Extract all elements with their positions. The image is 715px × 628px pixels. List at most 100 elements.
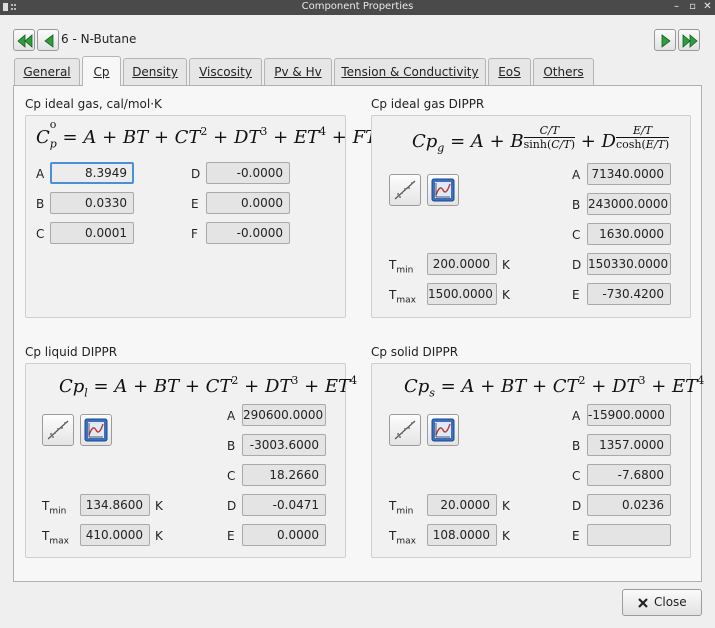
liquid-tmin-unit: K [155, 499, 163, 513]
liquid-b-label: B [227, 439, 236, 453]
tab-tension-conductivity[interactable]: Tension & Conductivity [334, 58, 486, 85]
liquid-dippr-tmax-field[interactable]: 410.0000 [80, 524, 150, 546]
solid-dippr-d-field[interactable]: 0.0236 [587, 494, 671, 516]
liquid-tmin-label: Tmin [42, 499, 67, 517]
ideal-gas-dippr-tmin-field[interactable]: 200.0000 [427, 253, 497, 275]
close-button-label: Close [654, 595, 687, 609]
dippr-a-label: A [572, 168, 581, 182]
tab-pv-hv[interactable]: Pv & Hv [264, 58, 332, 85]
ideal-gas-dippr-e-field[interactable]: -730.4200 [587, 283, 671, 305]
solid-tmin-unit: K [502, 499, 510, 513]
solid-dippr-e-field[interactable] [587, 524, 671, 546]
ideal-gas-dippr-equation: Cpg = A + B C/T sinh(C/T) + D E/T cosh(E/T) [412, 124, 670, 155]
last-component-button[interactable] [678, 29, 700, 51]
liquid-dippr-fit-button[interactable] [42, 414, 74, 446]
coeff-e-label: E [191, 197, 199, 211]
regression-line-icon [394, 420, 416, 440]
tmax-label: Tmax [389, 288, 416, 306]
solid-d-label: D [572, 499, 582, 513]
ideal-gas-dippr-plot-button[interactable] [427, 174, 459, 206]
liquid-c-label: C [227, 469, 236, 483]
tab-viscosity[interactable]: Viscosity [189, 58, 262, 85]
close-window-button[interactable]: ✕ [702, 1, 713, 13]
solid-tmax-unit: K [502, 529, 510, 543]
coeff-a-label: A [36, 167, 45, 181]
left-arrow-icon [44, 34, 54, 48]
dippr-c-label: C [572, 228, 581, 242]
ideal-gas-dippr-tmax-field[interactable]: 1500.0000 [427, 283, 497, 305]
solid-dippr-tmax-field[interactable]: 108.0000 [427, 524, 497, 546]
solid-a-label: A [572, 409, 581, 423]
tab-general[interactable]: General [14, 58, 80, 85]
solid-dippr-a-field[interactable]: -15900.0000 [587, 404, 671, 426]
liquid-dippr-d-field[interactable]: -0.0471 [242, 494, 326, 516]
chart-plot-icon [431, 418, 455, 442]
liquid-dippr-c-field[interactable]: 18.2660 [242, 464, 326, 486]
regression-line-icon [394, 180, 416, 200]
liquid-dippr-a-field[interactable]: 290600.0000 [242, 404, 326, 426]
solid-tmin-label: Tmin [389, 499, 414, 517]
solid-dippr-fit-button[interactable] [389, 414, 421, 446]
previous-component-button[interactable] [37, 29, 59, 51]
liquid-tmax-unit: K [155, 529, 163, 543]
close-button[interactable]: Close [622, 589, 702, 616]
coeff-b-label: B [36, 197, 45, 211]
minimize-button[interactable]: – [671, 1, 682, 13]
dippr-b-label: B [572, 198, 581, 212]
solid-b-label: B [572, 439, 581, 453]
ideal-gas-dippr-group-title: Cp ideal gas DIPPR [371, 97, 485, 111]
liquid-a-label: A [227, 409, 236, 423]
coeff-c-label: C [36, 227, 45, 241]
ideal-gas-dippr-b-field[interactable]: 243000.0000 [587, 193, 671, 215]
close-x-icon [638, 598, 648, 608]
liquid-tmax-label: Tmax [42, 529, 69, 547]
solid-dippr-equation: Cps = A + BT + CT2 + DT3 + ET4 [404, 374, 705, 400]
liquid-dippr-e-field[interactable]: 0.0000 [242, 524, 326, 546]
liquid-d-label: D [227, 499, 237, 513]
ideal-gas-dippr-c-field[interactable]: 1630.0000 [587, 223, 671, 245]
ideal-gas-group-title: Cp ideal gas, cal/mol·K [25, 97, 162, 111]
liquid-e-label: E [227, 529, 235, 543]
solid-dippr-plot-button[interactable] [427, 414, 459, 446]
coeff-d-label: D [191, 167, 201, 181]
tab-cp[interactable]: Cp [82, 56, 121, 86]
ideal-gas-dippr-fit-button[interactable] [389, 174, 421, 206]
ideal-gas-e-field[interactable]: 0.0000 [206, 192, 290, 214]
double-left-arrow-icon [17, 34, 33, 48]
first-component-button[interactable] [13, 29, 35, 51]
solid-dippr-tmin-field[interactable]: 20.0000 [427, 494, 497, 516]
right-arrow-icon [661, 34, 671, 48]
liquid-dippr-tmin-field[interactable]: 134.8600 [80, 494, 150, 516]
tab-others[interactable]: Others [533, 58, 594, 85]
ideal-gas-b-field[interactable]: 0.0330 [50, 192, 134, 214]
chart-plot-icon [84, 418, 108, 442]
solid-tmax-label: Tmax [389, 529, 416, 547]
tab-eos[interactable]: EoS [488, 58, 531, 85]
tab-density[interactable]: Density [123, 58, 187, 85]
solid-dippr-b-field[interactable]: 1357.0000 [587, 434, 671, 456]
ideal-gas-f-field[interactable]: -0.0000 [206, 222, 290, 244]
solid-e-label: E [572, 529, 580, 543]
liquid-dippr-b-field[interactable]: -3003.6000 [242, 434, 326, 456]
solid-dippr-group-title: Cp solid DIPPR [371, 345, 459, 359]
ideal-gas-dippr-d-field[interactable]: 150330.0000 [587, 253, 671, 275]
solid-dippr-c-field[interactable]: -7.6800 [587, 464, 671, 486]
ideal-gas-a-field[interactable]: 8.3949 [50, 162, 134, 184]
dippr-e-label: E [572, 288, 580, 302]
maximize-button[interactable]: ▫ [687, 1, 698, 13]
ideal-gas-c-field[interactable]: 0.0001 [50, 222, 134, 244]
ideal-gas-equation: Cop = A + BT + CT2 + DT3 + ET4 + FT5 [36, 118, 384, 151]
tmin-label: Tmin [389, 258, 414, 276]
tmin-unit: K [502, 258, 510, 272]
chart-plot-icon [431, 178, 455, 202]
ideal-gas-dippr-a-field[interactable]: 71340.0000 [587, 163, 671, 185]
regression-line-icon [47, 420, 69, 440]
liquid-dippr-group-title: Cp liquid DIPPR [25, 345, 118, 359]
next-component-button[interactable] [654, 29, 676, 51]
coeff-f-label: F [191, 227, 198, 241]
liquid-dippr-equation: Cpl = A + BT + CT2 + DT3 + ET4 [59, 374, 358, 400]
ideal-gas-d-field[interactable]: -0.0000 [206, 162, 290, 184]
window-titlebar[interactable]: Component Properties – ▫ ✕ [0, 0, 715, 15]
liquid-dippr-plot-button[interactable] [80, 414, 112, 446]
tmax-unit: K [502, 288, 510, 302]
